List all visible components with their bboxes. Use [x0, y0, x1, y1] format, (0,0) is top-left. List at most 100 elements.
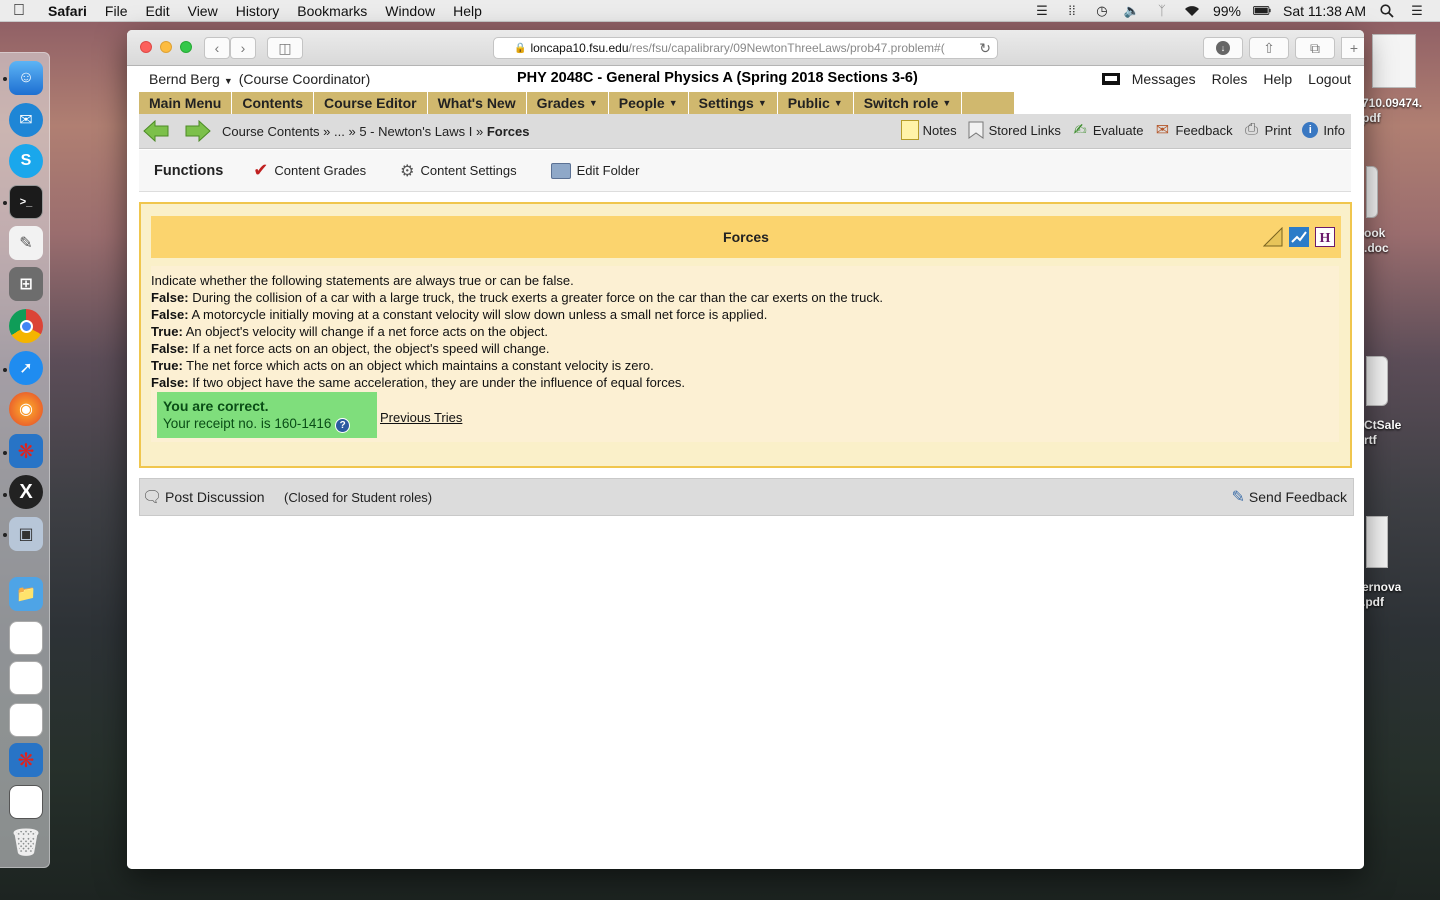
skype-icon[interactable]: S [9, 144, 43, 178]
feedback-tool[interactable]: ✉ Feedback [1153, 120, 1233, 140]
wifi-icon[interactable] [1183, 4, 1201, 18]
roles-link[interactable]: Roles [1212, 71, 1248, 87]
menu-clock[interactable]: Sat 11:38 AM [1283, 3, 1366, 19]
help-link[interactable]: Help [1263, 71, 1292, 87]
desktop-file-label[interactable]: CtSale rtf [1364, 418, 1401, 448]
menu-bookmarks[interactable]: Bookmarks [288, 3, 376, 19]
back-button[interactable]: ‹ [204, 37, 230, 59]
menu-course-editor[interactable]: Course Editor [314, 92, 428, 114]
menu-window[interactable]: Window [376, 3, 444, 19]
ruler-icon[interactable] [1263, 227, 1283, 247]
address-bar[interactable]: 🔒 loncapa10.fsu.edu/res/fsu/capalibrary/… [493, 37, 998, 59]
menu-app-name[interactable]: Safari [38, 3, 96, 19]
volume-icon[interactable]: 🔈 [1123, 3, 1141, 18]
breadcrumb-ellipsis[interactable]: ... [334, 124, 345, 139]
new-tab-button[interactable]: + [1341, 37, 1364, 59]
menu-settings[interactable]: Settings ▼ [689, 92, 778, 114]
dock-running-indicator [3, 493, 7, 497]
preview-icon[interactable]: ▣ [9, 517, 43, 551]
notification-center-icon[interactable]: ☰ [1408, 3, 1426, 18]
main-menu-bar: Main Menu Contents Course Editor What's … [139, 92, 1014, 114]
close-window-button[interactable] [140, 41, 152, 53]
grid-status-icon[interactable]: ⁞⁞ [1063, 3, 1081, 18]
menu-contents[interactable]: Contents [232, 92, 315, 114]
help-icon[interactable]: ? [335, 418, 351, 433]
menu-edit[interactable]: Edit [136, 3, 178, 19]
print-tool[interactable]: ⎙ Print [1243, 120, 1291, 140]
menu-grades[interactable]: Grades ▼ [527, 92, 609, 114]
zoom-window-button[interactable] [180, 41, 192, 53]
breadcrumb-course-contents[interactable]: Course Contents [222, 124, 320, 139]
stored-links-tool[interactable]: Stored Links [967, 120, 1061, 140]
desktop-file-thumbnail[interactable] [1366, 166, 1378, 218]
previous-tries-link[interactable]: Previous Tries [380, 410, 462, 425]
messages-icon[interactable] [1101, 73, 1120, 85]
menu-file[interactable]: File [96, 3, 137, 19]
post-discussion-link[interactable]: Post Discussion [165, 489, 265, 505]
thunderbird-icon[interactable]: ✉ [9, 103, 43, 137]
menu-switch-role[interactable]: Switch role ▼ [854, 92, 963, 114]
menu-people[interactable]: People ▼ [609, 92, 689, 114]
breadcrumb-folder[interactable]: 5 - Newton's Laws I [359, 124, 472, 139]
content-settings-link[interactable]: ⚙ Content Settings [400, 161, 516, 181]
battery-icon[interactable] [1252, 4, 1271, 18]
logout-link[interactable]: Logout [1308, 71, 1351, 87]
menu-public[interactable]: Public ▼ [778, 92, 854, 114]
evaluate-tool[interactable]: ✍ Evaluate [1071, 120, 1143, 140]
apple-menu-icon[interactable]:  [0, 2, 38, 20]
desktop-file-label[interactable]: 710.09474. pdf [1362, 96, 1422, 126]
share-button[interactable]: ⇧ [1249, 37, 1289, 59]
desktop-file-thumbnail[interactable] [1366, 356, 1388, 406]
chrome-icon[interactable] [9, 309, 43, 343]
user-role-menu[interactable]: Bernd Berg ▼ (Course Coordinator) [149, 71, 370, 87]
firefox-icon[interactable]: ◉ [9, 392, 43, 426]
document-thumbnail-icon[interactable] [9, 785, 43, 819]
info-tool[interactable]: i Info [1301, 120, 1345, 140]
tool-label: Feedback [1175, 122, 1233, 138]
send-feedback-link[interactable]: ✎ Send Feedback [1232, 487, 1347, 507]
document-thumbnail-icon[interactable] [9, 661, 43, 695]
spotlight-search-icon[interactable] [1378, 3, 1396, 18]
maple-18-icon[interactable]: ❋ [9, 743, 43, 777]
messages-link[interactable]: Messages [1132, 71, 1196, 87]
menu-history[interactable]: History [227, 3, 289, 19]
menu-main-menu[interactable]: Main Menu [139, 92, 233, 114]
desktop-file-label[interactable]: ernova .pdf [1362, 580, 1401, 610]
menu-whats-new[interactable]: What's New [428, 92, 527, 114]
statement-5: True: The net force which acts on an obj… [151, 358, 654, 373]
terminal-icon[interactable]: >_ [9, 185, 43, 219]
document-thumbnail-icon[interactable] [9, 621, 43, 655]
problem-prompt: Indicate whether the following statement… [151, 273, 574, 288]
hint-icon[interactable]: H [1315, 227, 1335, 247]
content-grades-link[interactable]: ✔ Content Grades [253, 160, 366, 181]
desktop-file-thumbnail[interactable] [1372, 34, 1416, 88]
downloads-button[interactable]: ↓ [1203, 37, 1243, 59]
trash-icon[interactable]: 🗑 [9, 825, 43, 859]
menu-view[interactable]: View [179, 3, 227, 19]
sidebar-toggle-button[interactable]: ◫ [267, 37, 303, 59]
tabs-overview-button[interactable]: ⧉ [1295, 37, 1335, 59]
document-thumbnail-icon[interactable] [9, 703, 43, 737]
reload-icon[interactable]: ↻ [975, 40, 991, 57]
calculator-icon[interactable]: ⊞ [9, 267, 43, 301]
previous-resource-icon[interactable] [143, 120, 169, 142]
menu-help[interactable]: Help [444, 3, 491, 19]
desktop-file-thumbnail[interactable] [1366, 516, 1388, 568]
notes-tool[interactable]: Notes [900, 120, 957, 140]
statement-text: If two object have the same acceleration… [188, 375, 686, 390]
next-resource-icon[interactable] [185, 120, 211, 142]
textedit-icon[interactable]: ✎ [9, 226, 43, 260]
maple-18-icon[interactable]: ❋ [9, 434, 43, 468]
airplay-icon[interactable]: ☰ [1033, 3, 1051, 18]
minimize-window-button[interactable] [160, 41, 172, 53]
xquartz-icon[interactable]: X [9, 475, 43, 509]
bluetooth-icon[interactable]: ᛉ [1153, 3, 1171, 18]
folder-icon[interactable]: 📁 [9, 577, 43, 611]
edit-folder-link[interactable]: Edit Folder [550, 162, 640, 179]
edit-problem-icon[interactable] [1289, 227, 1309, 247]
forward-button[interactable]: › [230, 37, 256, 59]
time-machine-icon[interactable]: ◷ [1093, 3, 1111, 18]
desktop-file-label[interactable]: ook .doc [1364, 226, 1389, 256]
safari-icon[interactable]: ➚ [9, 351, 43, 385]
finder-icon[interactable]: ☺ [9, 61, 43, 95]
